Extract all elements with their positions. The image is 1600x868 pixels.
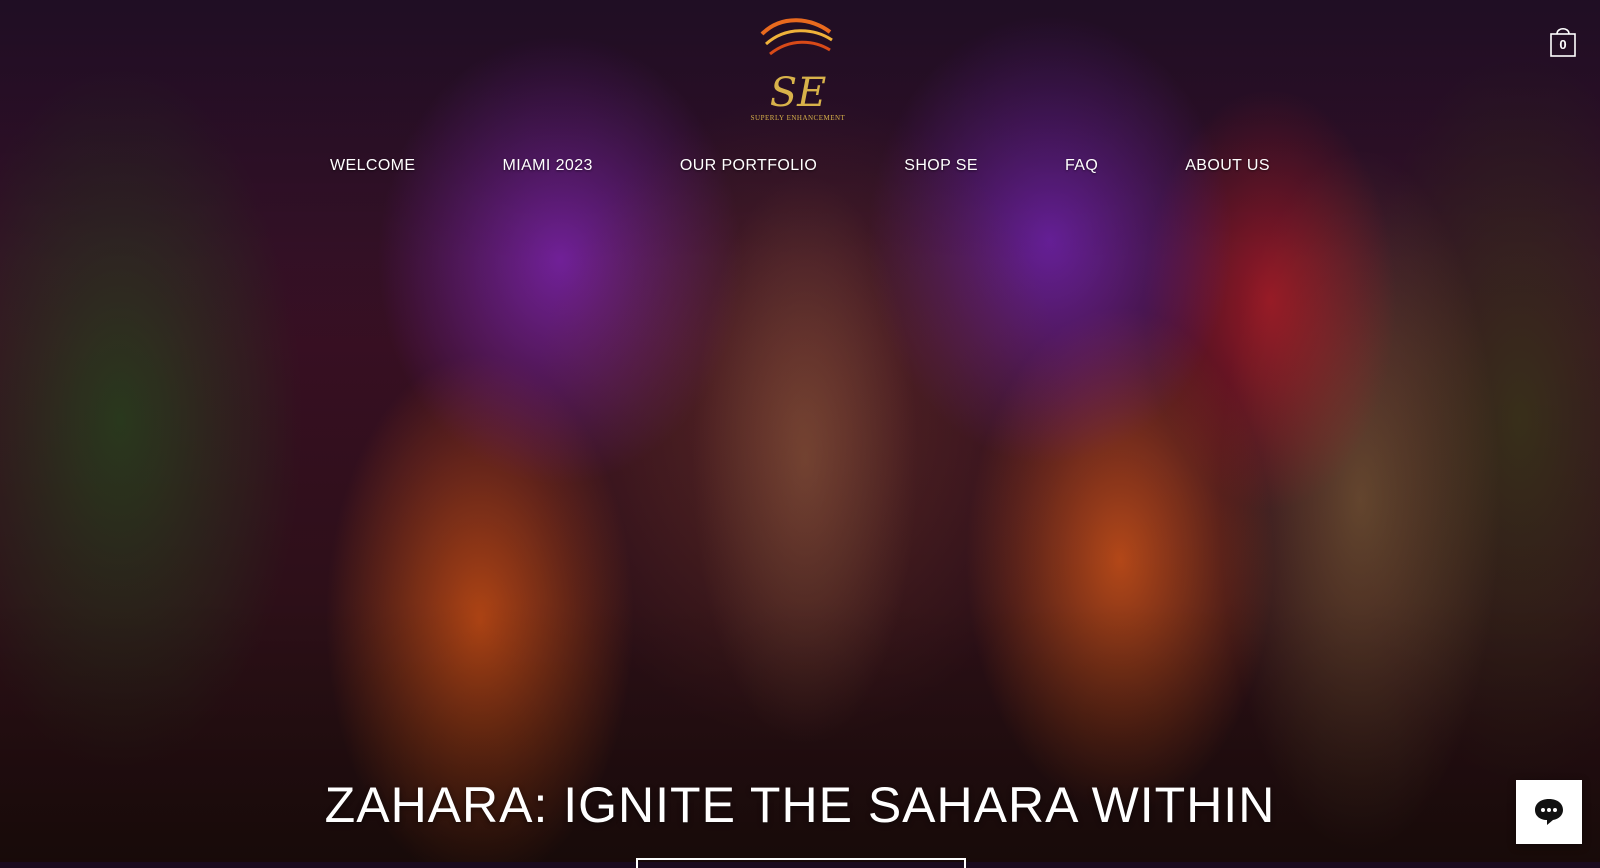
nav-item-about-us[interactable]: ABOUT US (1185, 157, 1270, 175)
nav-item-shop-se[interactable]: SHOP SE (904, 157, 978, 175)
logo-brand-text: SUPERLY ENHANCEMENT (750, 114, 846, 122)
site-logo[interactable]: SE (752, 14, 844, 126)
cart-count: 0 (1559, 37, 1567, 52)
hero-headline: ZAHARA: IGNITE THE SAHARA WITHIN (324, 777, 1276, 833)
hero-cta-button[interactable] (636, 858, 966, 868)
nav-item-faq[interactable]: FAQ (1065, 157, 1098, 175)
logo-mark-icon: SE (760, 18, 833, 116)
nav-item-our-portfolio[interactable]: OUR PORTFOLIO (680, 157, 817, 175)
hero-background-image (0, 0, 1600, 862)
logo-monogram: SE (770, 70, 827, 116)
main-navigation: WELCOME MIAMI 2023 OUR PORTFOLIO SHOP SE… (330, 154, 1270, 178)
chat-bubble-icon (1535, 799, 1563, 825)
cart-button[interactable]: 0 (1549, 24, 1577, 58)
nav-item-welcome[interactable]: WELCOME (330, 157, 415, 175)
nav-item-miami-2023[interactable]: MIAMI 2023 (503, 157, 593, 175)
chat-button[interactable] (1516, 780, 1582, 844)
hero-overlay (0, 0, 1600, 862)
